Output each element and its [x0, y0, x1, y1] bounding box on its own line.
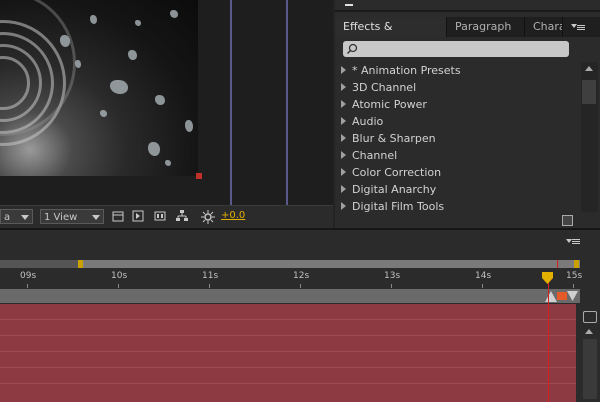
time-ruler[interactable]: 09s 10s 11s 12s 13s 14s 15s	[0, 270, 583, 288]
composition-viewer[interactable]: a 1 View +0.0	[0, 0, 333, 228]
viewer-toolbar: a 1 View +0.0	[0, 205, 333, 228]
ruler-label: 10s	[111, 271, 128, 281]
tab-paragraph[interactable]: Paragraph	[447, 17, 525, 37]
panel-grip-icon	[345, 4, 353, 6]
scrollbar-thumb[interactable]	[582, 80, 596, 104]
list-item[interactable]: Channel	[341, 147, 397, 164]
list-item-label: 3D Channel	[352, 81, 417, 94]
ruler-tick	[209, 284, 210, 288]
panel-tab-bar: Effects & Presets× Paragraph Chara	[335, 17, 600, 53]
view-layout-dropdown[interactable]: 1 View	[40, 209, 104, 224]
expand-triangle-icon[interactable]	[341, 117, 346, 125]
timeline-right-controls	[580, 289, 600, 402]
ruler-label: 15s	[566, 271, 583, 281]
list-item-label: * Animation Presets	[352, 64, 461, 77]
expand-triangle-icon[interactable]	[341, 151, 346, 159]
tab-label: Chara	[533, 20, 563, 33]
ruler-tick	[482, 284, 483, 288]
list-item-label: Channel	[352, 149, 398, 162]
fast-previews-icon[interactable]	[132, 210, 144, 222]
list-item[interactable]: Blur & Sharpen	[341, 130, 436, 147]
list-item-label: Digital Anarchy	[352, 183, 437, 196]
work-area-bar[interactable]	[0, 260, 580, 268]
view-layout-label: 1 View	[44, 212, 78, 223]
composition-corner-handle[interactable]	[196, 173, 202, 179]
timeline-panel: 09s 10s 11s 12s 13s 14s 15s	[0, 228, 600, 402]
panel-divider	[335, 10, 600, 12]
effects-search-input[interactable]	[343, 41, 569, 57]
ruler-label: 12s	[293, 271, 310, 281]
work-area-end-handle[interactable]	[574, 260, 579, 268]
flowchart-icon[interactable]	[176, 210, 188, 222]
tab-character[interactable]: Chara	[525, 17, 563, 37]
exposure-value[interactable]: +0.0	[221, 210, 245, 221]
new-bin-icon[interactable]	[562, 215, 573, 226]
list-item[interactable]: Digital Film Tools	[341, 198, 444, 212]
list-item[interactable]: Atomic Power	[341, 96, 427, 113]
list-item[interactable]: Audio	[341, 113, 383, 130]
list-item-label: Color Correction	[352, 166, 442, 179]
list-item[interactable]: 3D Channel	[341, 79, 416, 96]
timeline-icon[interactable]	[154, 210, 166, 222]
cti-marker	[557, 260, 558, 268]
ruler-label: 14s	[475, 271, 492, 281]
list-item-label: Audio	[352, 115, 384, 128]
list-item-label: Atomic Power	[352, 98, 427, 111]
tab-effects-presets[interactable]: Effects & Presets×	[335, 17, 447, 53]
panel-menu-lines-icon[interactable]	[572, 239, 580, 240]
chevron-down-icon	[92, 215, 100, 220]
list-item[interactable]: * Animation Presets	[341, 62, 461, 79]
chevron-down-icon	[21, 215, 29, 220]
work-area-outside	[0, 260, 80, 268]
magnification-dropdown[interactable]: a	[0, 209, 33, 224]
magnification-label: a	[4, 212, 11, 223]
current-time-indicator-line[interactable]	[548, 278, 549, 402]
ruler-label: 11s	[202, 271, 219, 281]
layer-bar-header	[0, 289, 580, 303]
reset-exposure-icon[interactable]	[201, 210, 215, 224]
effects-presets-panel: Effects & Presets× Paragraph Chara * Ani…	[335, 0, 600, 228]
ruler-tick	[118, 284, 119, 288]
expand-triangle-icon[interactable]	[341, 100, 346, 108]
current-time-indicator-icon[interactable]	[542, 272, 553, 284]
layer-bar[interactable]	[0, 336, 576, 352]
scroll-up-arrow-icon[interactable]	[585, 66, 593, 71]
ruler-tick	[27, 284, 28, 288]
ruler-tick	[300, 284, 301, 288]
layer-bar[interactable]	[0, 320, 576, 336]
effects-list: * Animation Presets 3D Channel Atomic Po…	[335, 62, 581, 212]
composition-preview-image[interactable]	[0, 0, 198, 176]
expand-triangle-icon[interactable]	[341, 185, 346, 193]
toggle-pixel-aspect-icon[interactable]	[112, 210, 124, 222]
ruler-tick	[573, 284, 574, 288]
expand-triangle-icon[interactable]	[341, 83, 346, 91]
list-item-label: Digital Film Tools	[352, 200, 445, 212]
guide-line[interactable]	[286, 0, 288, 205]
timeline-scrollbar-thumb[interactable]	[583, 339, 597, 399]
expand-triangle-icon[interactable]	[341, 168, 346, 176]
expand-triangle-icon[interactable]	[341, 202, 346, 210]
panel-menu-lines-icon[interactable]	[577, 25, 585, 26]
ruler-tick	[391, 284, 392, 288]
layer-bar[interactable]	[0, 304, 576, 320]
list-item-label: Blur & Sharpen	[352, 132, 436, 145]
tab-label: Paragraph	[455, 20, 512, 33]
ruler-label: 13s	[384, 271, 401, 281]
guide-line[interactable]	[230, 0, 232, 205]
list-item[interactable]: Color Correction	[341, 164, 441, 181]
expand-triangle-icon[interactable]	[341, 66, 346, 74]
work-area-start-handle[interactable]	[78, 260, 83, 268]
search-icon	[346, 43, 358, 55]
layer-bar[interactable]	[0, 368, 576, 384]
list-item[interactable]: Digital Anarchy	[341, 181, 436, 198]
layer-bar[interactable]	[0, 352, 576, 368]
ruler-label: 09s	[20, 271, 37, 281]
layer-bar[interactable]	[0, 384, 576, 402]
comp-mini-flowchart-icon[interactable]	[583, 311, 597, 323]
expand-triangle-icon[interactable]	[341, 134, 346, 142]
scroll-up-arrow-icon[interactable]	[585, 329, 593, 334]
panel-footer	[335, 212, 600, 228]
